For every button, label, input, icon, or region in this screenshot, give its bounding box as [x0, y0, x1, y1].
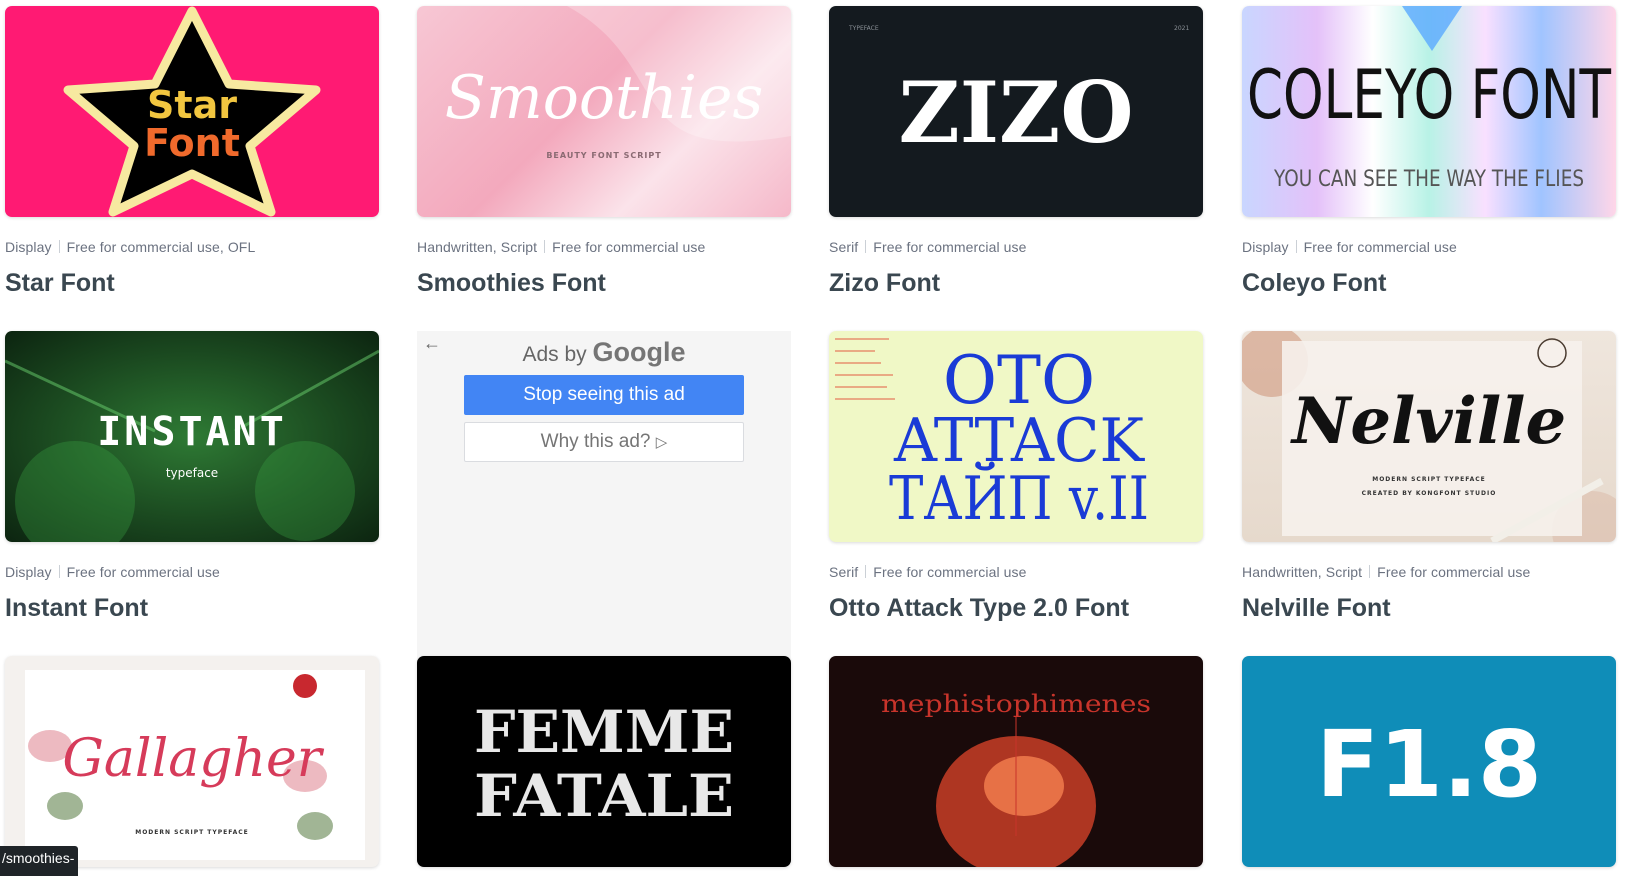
svg-text:ZIZO: ZIZO [898, 63, 1133, 162]
svg-text:Nelville: Nelville [1290, 384, 1566, 459]
font-card-f18[interactable]: F1.8 [1242, 656, 1616, 867]
license-label: Free for commercial use [552, 239, 706, 255]
stop-seeing-ad-button[interactable]: Stop seeing this ad [464, 375, 744, 415]
svg-text:typeface: typeface [166, 466, 218, 480]
font-title[interactable]: Star Font [5, 269, 379, 298]
font-title[interactable]: Otto Attack Type 2.0 Font [829, 594, 1203, 623]
font-meta: Serif Free for commercial use [829, 239, 1203, 257]
category-label[interactable]: Display [5, 239, 52, 255]
adchoices-icon: ▷ [655, 434, 668, 451]
divider [544, 240, 546, 253]
font-meta: Display Free for commercial use, OFL [5, 239, 379, 257]
divider [865, 565, 867, 578]
font-card-mephisto[interactable]: mephistophimenes [829, 656, 1203, 867]
svg-text:2021: 2021 [1174, 25, 1189, 32]
font-card-star[interactable]: Star Font Display Free for commercial use… [5, 6, 379, 298]
font-thumbnail[interactable]: Star Font [5, 6, 379, 217]
svg-text:ТАЙП v.II: ТАЙП v.II [889, 461, 1149, 534]
why-this-ad-label: Why this ad? [540, 431, 651, 452]
category-label[interactable]: Serif [829, 239, 858, 255]
svg-text:BEAUTY FONT SCRIPT: BEAUTY FONT SCRIPT [546, 151, 661, 160]
svg-text:MODERN SCRIPT TYPEFACE: MODERN SCRIPT TYPEFACE [135, 829, 249, 836]
svg-text:FEMME: FEMME [474, 698, 734, 766]
font-card-smoothies[interactable]: Smoothies BEAUTY FONT SCRIPT Handwritten… [417, 6, 791, 298]
font-meta: Handwritten, Script Free for commercial u… [417, 239, 791, 257]
category-label[interactable]: Display [1242, 239, 1289, 255]
license-label: Free for commercial use [66, 564, 220, 580]
font-thumbnail[interactable]: FEMME FATALE [417, 656, 791, 867]
divider [58, 565, 60, 578]
font-thumbnail[interactable]: mephistophimenes [829, 656, 1203, 867]
license-label: Free for commercial use [1303, 239, 1457, 255]
why-this-ad-button[interactable]: Why this ad? ▷ [464, 422, 744, 462]
font-title[interactable]: Nelville Font [1242, 594, 1616, 623]
svg-text:F1.8: F1.8 [1316, 711, 1542, 818]
license-label: Free for commercial use, OFL [66, 239, 256, 255]
svg-text:CREATED BY KONGFONT STUDIO: CREATED BY KONGFONT STUDIO [1362, 490, 1497, 497]
font-title[interactable]: Smoothies Font [417, 269, 791, 298]
font-grid: Star Font Display Free for commercial use… [0, 0, 1628, 876]
svg-text:Gallagher: Gallagher [62, 729, 324, 789]
font-card-zizo[interactable]: TYPEFACE 2021 ZIZO Serif Free for commerc… [829, 6, 1203, 298]
svg-text:FATALE: FATALE [474, 762, 734, 830]
font-meta: Display Free for commercial use [5, 564, 379, 582]
font-thumbnail[interactable]: TYPEFACE 2021 ZIZO [829, 6, 1203, 217]
font-meta: Serif Free for commercial use [829, 564, 1203, 582]
font-card-nelville[interactable]: Nelville MODERN SCRIPT TYPEFACE CREATED … [1242, 331, 1616, 623]
font-card-femme-fatale[interactable]: FEMME FATALE [417, 656, 791, 867]
ads-by-google-label: Ads by Google [417, 337, 791, 368]
font-title[interactable]: Instant Font [5, 594, 379, 623]
font-thumbnail[interactable]: Gallagher MODERN SCRIPT TYPEFACE [5, 656, 379, 867]
status-bar-url: /smoothies- [0, 846, 79, 876]
font-thumbnail[interactable]: INSTANT typeface [5, 331, 379, 542]
font-card-gallagher[interactable]: Gallagher MODERN SCRIPT TYPEFACE [5, 656, 379, 867]
font-thumbnail[interactable]: F1.8 [1242, 656, 1616, 867]
svg-text:mephistophimenes: mephistophimenes [881, 690, 1151, 718]
font-meta: Display Free for commercial use [1242, 239, 1616, 257]
font-meta: Handwritten, Script Free for commercial u… [1242, 564, 1616, 582]
divider [1295, 240, 1297, 253]
svg-text:MODERN SCRIPT TYPEFACE: MODERN SCRIPT TYPEFACE [1372, 476, 1486, 483]
category-label[interactable]: Handwritten, Script [417, 239, 537, 255]
svg-text:TYPEFACE: TYPEFACE [848, 25, 879, 32]
category-label[interactable]: Handwritten, Script [1242, 564, 1362, 580]
svg-text:COLEYO FONT: COLEYO FONT [1247, 56, 1611, 135]
font-card-instant[interactable]: INSTANT typeface Display Free for commerc… [5, 331, 379, 623]
font-thumbnail[interactable]: COLEYO FONT YOU CAN SEE THE WAY THE FLIE… [1242, 6, 1616, 217]
font-card-coleyo[interactable]: COLEYO FONT YOU CAN SEE THE WAY THE FLIE… [1242, 6, 1616, 298]
svg-text:Smoothies: Smoothies [445, 63, 764, 133]
google-logo: Google [592, 337, 686, 367]
ads-by-text: Ads by [522, 343, 587, 366]
font-thumbnail[interactable]: Nelville MODERN SCRIPT TYPEFACE CREATED … [1242, 331, 1616, 542]
license-label: Free for commercial use [873, 239, 1027, 255]
svg-text:INSTANT: INSTANT [97, 409, 287, 455]
font-thumbnail[interactable]: OTO ATTACK ТАЙП v.II [829, 331, 1203, 542]
category-label[interactable]: Serif [829, 564, 858, 580]
font-card-otto-attack[interactable]: OTO ATTACK ТАЙП v.II Serif Free for comme… [829, 331, 1203, 623]
divider [865, 240, 867, 253]
svg-text:YOU CAN SEE THE WAY THE FLIES: YOU CAN SEE THE WAY THE FLIES [1273, 167, 1584, 192]
divider [58, 240, 60, 253]
svg-text:Font: Font [144, 121, 240, 165]
font-title[interactable]: Zizo Font [829, 269, 1203, 298]
divider [1369, 565, 1371, 578]
font-title[interactable]: Coleyo Font [1242, 269, 1616, 298]
ad-panel: ← Ads by Google Stop seeing this ad Why … [417, 331, 791, 661]
license-label: Free for commercial use [873, 564, 1027, 580]
font-thumbnail[interactable]: Smoothies BEAUTY FONT SCRIPT [417, 6, 791, 217]
category-label[interactable]: Display [5, 564, 52, 580]
license-label: Free for commercial use [1377, 564, 1531, 580]
